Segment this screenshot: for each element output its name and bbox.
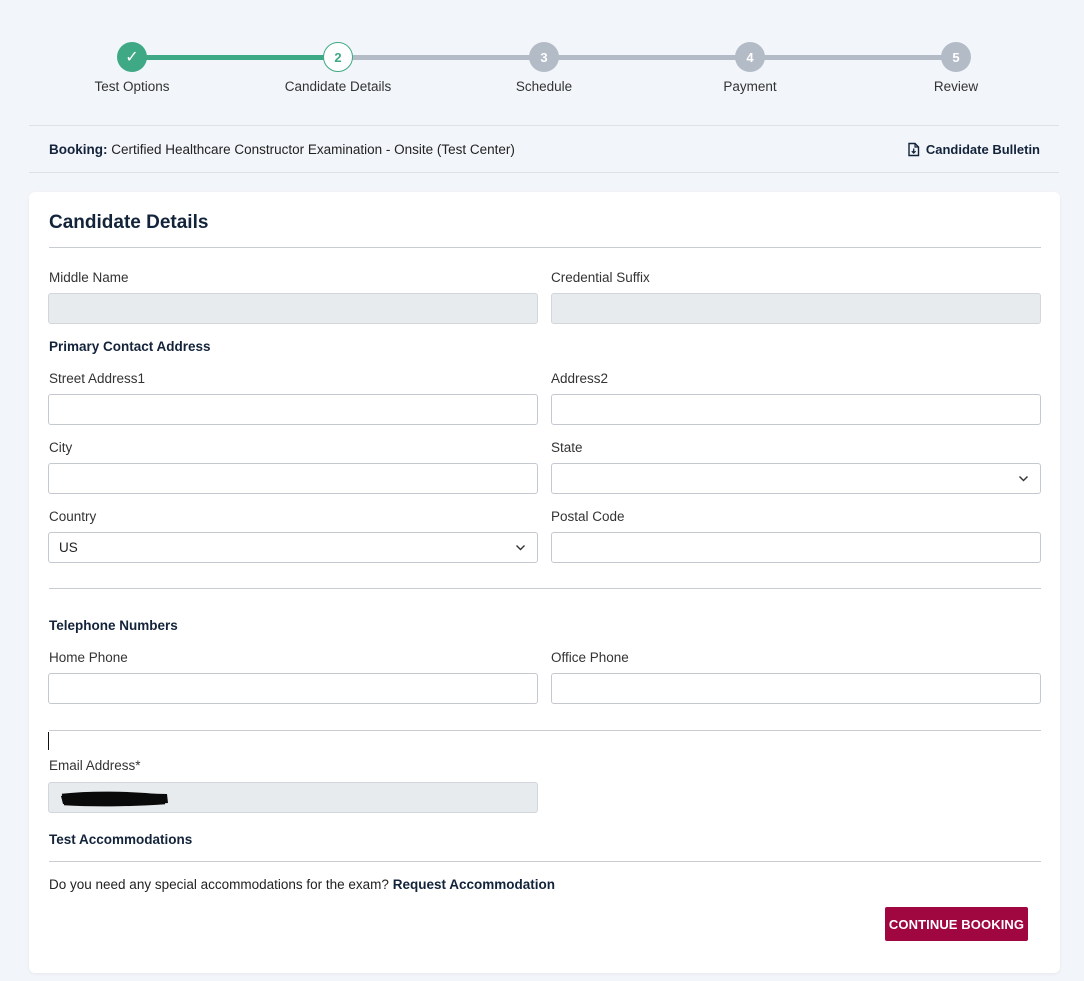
email-address-label: Email Address* [49, 758, 141, 773]
booking-exam-name: Certified Healthcare Constructor Examina… [111, 141, 515, 157]
continue-booking-button[interactable]: CONTINUE BOOKING [885, 907, 1028, 941]
home-phone-input[interactable] [48, 673, 538, 704]
office-phone-label: Office Phone [551, 650, 629, 665]
step-number: 5 [941, 42, 971, 72]
text-cursor [48, 732, 49, 750]
middle-name-label: Middle Name [49, 270, 129, 285]
state-label: State [551, 440, 583, 455]
step-number: 4 [735, 42, 765, 72]
postal-code-input[interactable] [551, 532, 1041, 563]
country-select[interactable]: US [48, 532, 538, 563]
accommodations-question: Do you need any special accommodations f… [49, 877, 389, 892]
step-label: Candidate Details [284, 79, 392, 94]
booking-bar: Booking: Certified Healthcare Constructo… [29, 125, 1059, 173]
step-number: 2 [323, 42, 353, 72]
accommodations-question-row: Do you need any special accommodations f… [49, 877, 555, 892]
step-candidate-details: 2 Candidate Details [258, 42, 418, 94]
city-label: City [49, 440, 73, 455]
email-address-input [48, 782, 538, 813]
address2-label: Address2 [551, 371, 609, 386]
progress-stepper: ✓ Test Options 2 Candidate Details 3 Sch… [0, 40, 1084, 100]
candidate-bulletin-label: Candidate Bulletin [925, 141, 1040, 157]
test-accommodations-heading: Test Accommodations [49, 832, 193, 847]
home-phone-label: Home Phone [49, 650, 128, 665]
middle-name-input [48, 293, 538, 324]
booking-label: Booking: [49, 141, 108, 157]
redaction-scribble [61, 791, 168, 807]
step-payment: 4 Payment [670, 42, 830, 94]
document-download-icon [908, 142, 920, 156]
booking-summary: Booking: Certified Healthcare Constructo… [49, 142, 515, 157]
divider [49, 247, 1041, 248]
chevron-down-icon [516, 545, 525, 551]
primary-contact-address-heading: Primary Contact Address [49, 339, 211, 354]
step-label: Test Options [94, 79, 170, 94]
stepper-line-remaining [338, 55, 956, 60]
state-select[interactable] [551, 463, 1041, 494]
street-address1-label: Street Address1 [49, 371, 146, 386]
step-review: 5 Review [876, 42, 1036, 94]
address2-input[interactable] [551, 394, 1041, 425]
postal-code-label: Postal Code [551, 509, 625, 524]
credential-suffix-label: Credential Suffix [551, 270, 650, 285]
step-label: Payment [723, 79, 777, 94]
credential-suffix-input [551, 293, 1041, 324]
divider [49, 730, 1041, 731]
telephone-numbers-heading: Telephone Numbers [49, 618, 178, 633]
country-label: Country [49, 509, 97, 524]
city-input[interactable] [48, 463, 538, 494]
chevron-down-icon [1019, 476, 1028, 482]
divider [49, 588, 1041, 589]
check-icon: ✓ [117, 42, 147, 72]
step-schedule: 3 Schedule [464, 42, 624, 94]
step-test-options[interactable]: ✓ Test Options [52, 42, 212, 94]
candidate-bulletin-link[interactable]: Candidate Bulletin [907, 142, 1040, 157]
step-number: 3 [529, 42, 559, 72]
page-title: Candidate Details [49, 212, 209, 233]
candidate-details-card: Candidate Details Middle Name Credential… [29, 192, 1060, 973]
street-address1-input[interactable] [48, 394, 538, 425]
request-accommodation-link[interactable]: Request Accommodation [393, 877, 555, 892]
country-select-value: US [59, 540, 78, 555]
divider [49, 861, 1041, 862]
office-phone-input[interactable] [551, 673, 1041, 704]
step-label: Review [933, 79, 979, 94]
step-label: Schedule [515, 79, 573, 94]
